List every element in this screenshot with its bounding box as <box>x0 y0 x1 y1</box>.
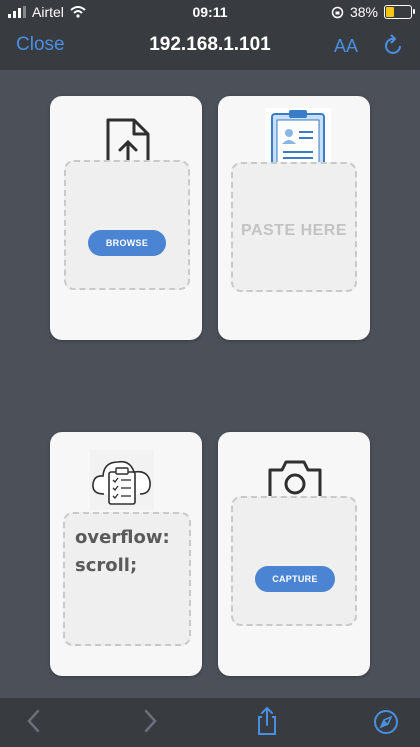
overflow-line-1: overflow: <box>75 527 170 548</box>
share-button[interactable] <box>256 706 278 741</box>
forward-button[interactable] <box>142 708 158 739</box>
upload-card: BROWSE <box>50 96 202 340</box>
compass-icon <box>374 710 398 734</box>
upload-drop-zone[interactable]: BROWSE <box>64 160 190 290</box>
reload-icon <box>385 34 401 54</box>
capture-button[interactable]: CAPTURE <box>255 566 335 592</box>
capture-drop-zone[interactable]: CAPTURE <box>231 496 357 626</box>
cloud-checklist-icon <box>90 450 154 510</box>
overflow-line-2: scroll; <box>75 555 138 576</box>
status-bar: Airtel 09:11 38% <box>0 0 420 24</box>
browser-toolbar <box>0 698 420 747</box>
chevron-left-icon <box>27 709 40 733</box>
safari-button[interactable] <box>373 709 399 740</box>
share-icon <box>258 706 276 735</box>
checklist-card: overflow: scroll; <box>50 432 202 676</box>
overflow-text: overflow: scroll; <box>75 524 170 580</box>
reload-button[interactable] <box>384 34 404 61</box>
chevron-right-icon <box>144 709 157 733</box>
clipboard-card: PASTE HERE <box>218 96 370 340</box>
text-size-button[interactable]: AA <box>334 36 358 57</box>
overflow-text-area[interactable]: overflow: scroll; <box>63 512 191 646</box>
battery-percent: 38% <box>349 4 378 20</box>
browse-button[interactable]: BROWSE <box>88 230 166 256</box>
paste-here-label: PASTE HERE <box>240 222 348 239</box>
camera-card: CAPTURE <box>218 432 370 676</box>
status-right: 38% <box>331 4 415 20</box>
back-button[interactable] <box>26 708 42 739</box>
paste-drop-zone[interactable]: PASTE HERE <box>231 162 357 292</box>
orientation-lock-icon <box>331 6 344 18</box>
browser-nav-bar: Close 192.168.1.101 AA <box>0 24 420 70</box>
battery-icon <box>384 5 415 19</box>
